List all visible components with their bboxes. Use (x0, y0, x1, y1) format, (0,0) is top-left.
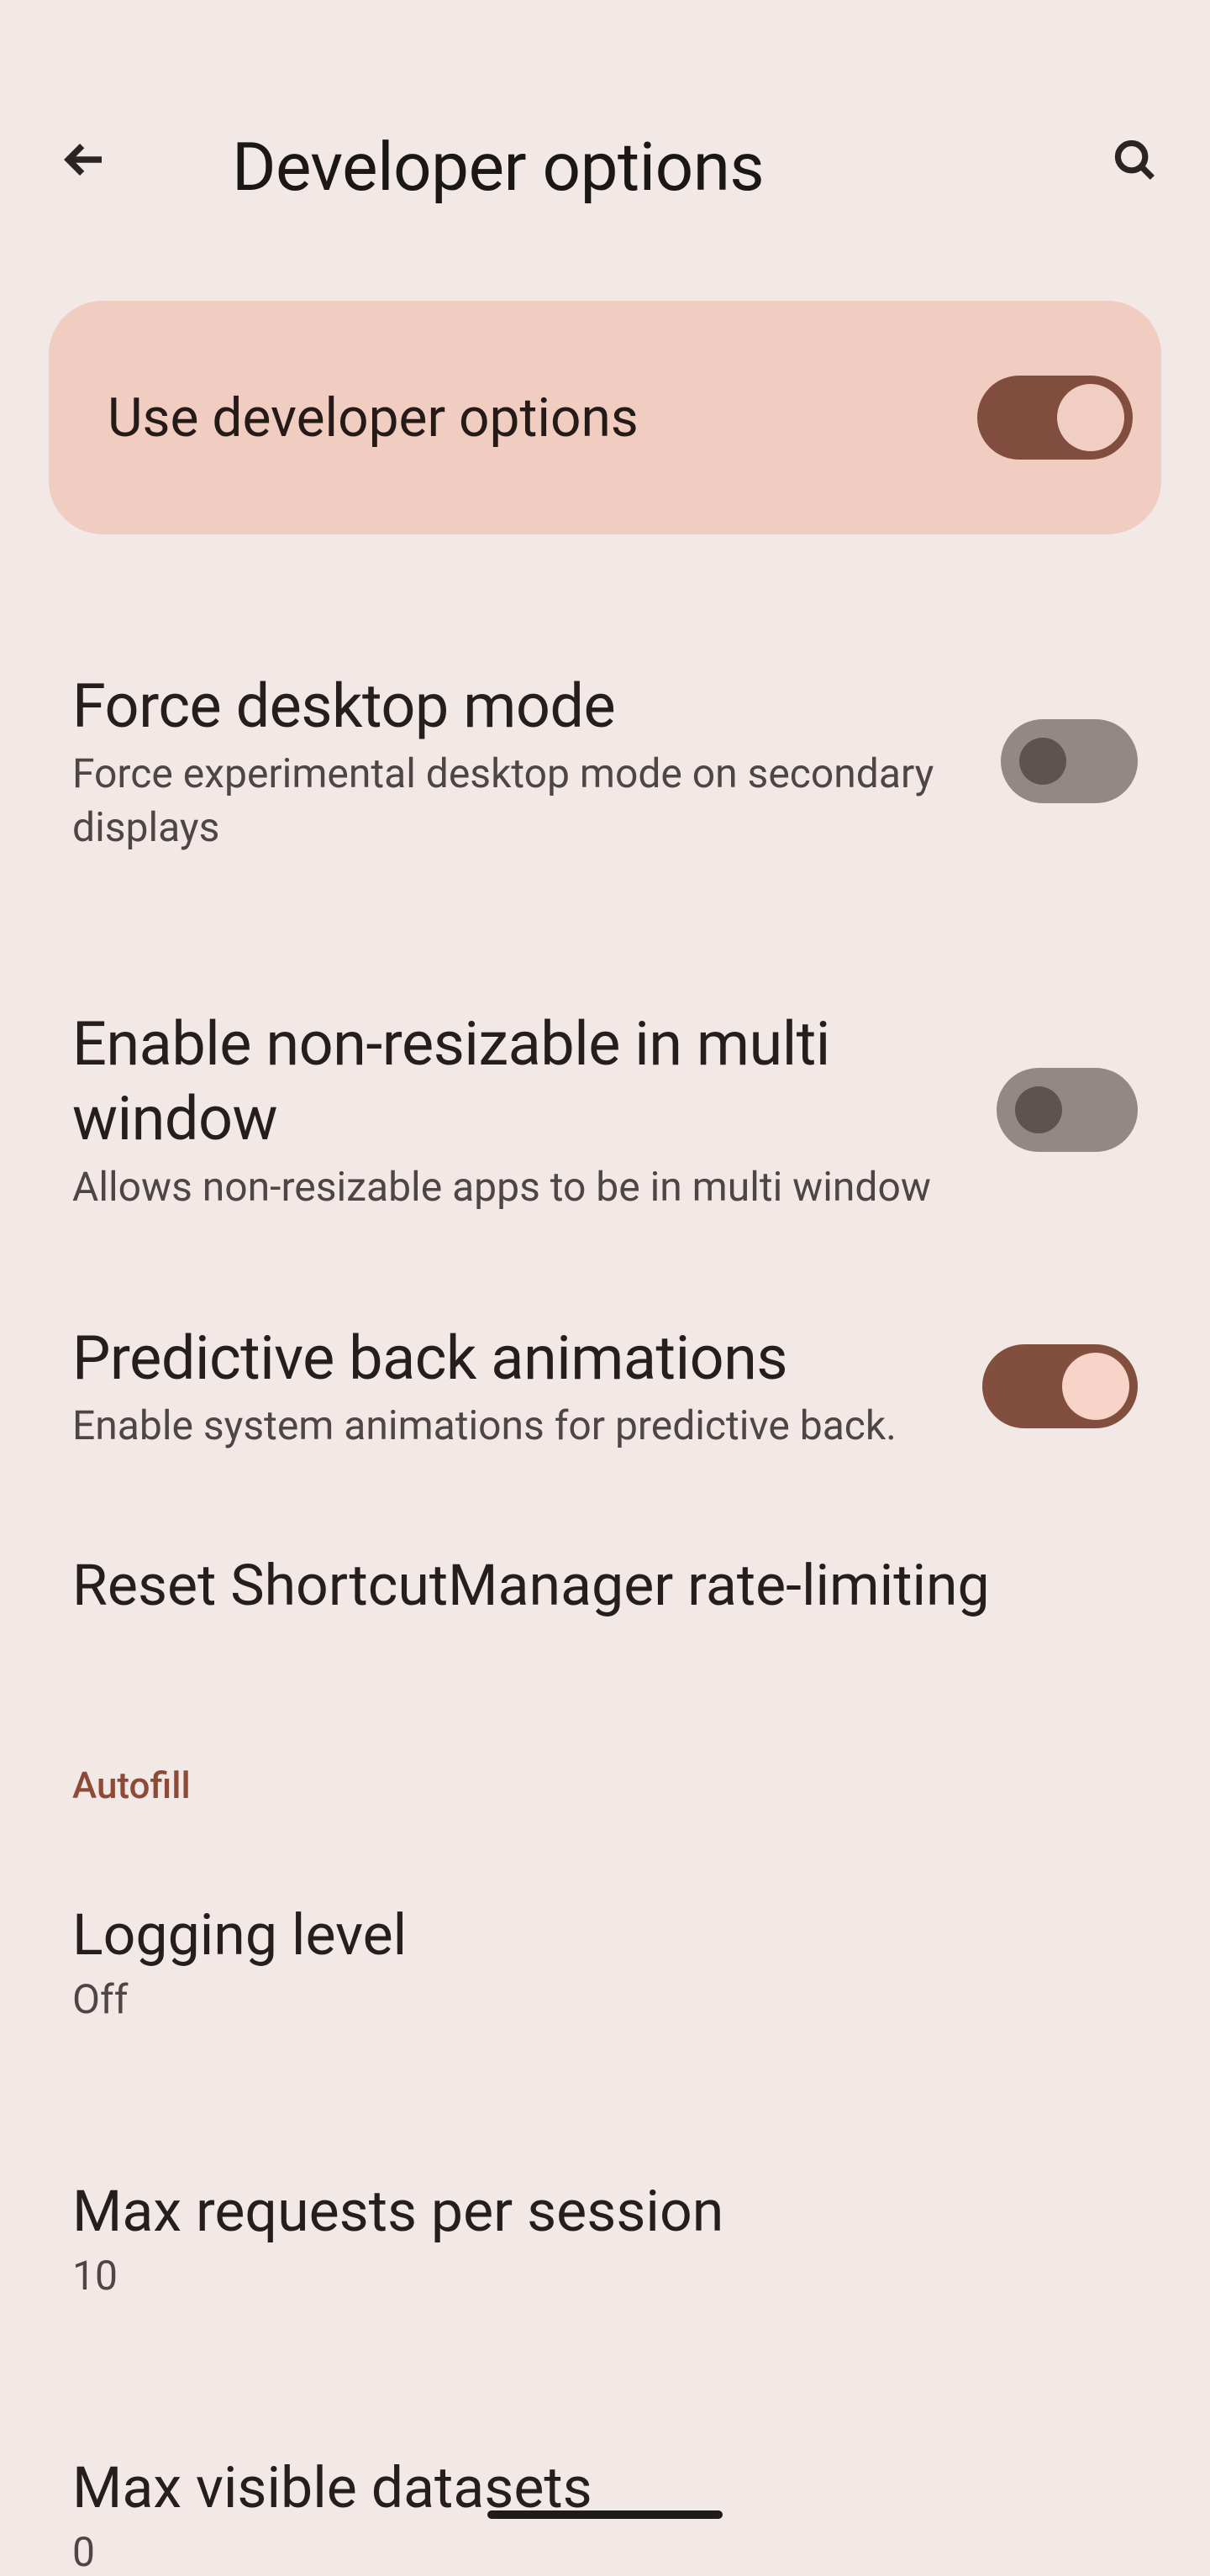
setting-row-logging-level[interactable]: Logging level Off (72, 1901, 1138, 2023)
search-icon (1112, 137, 1157, 186)
setting-desc: Force experimental desktop mode on secon… (72, 747, 967, 854)
setting-row-max-requests[interactable]: Max requests per session 10 (72, 2178, 1138, 2300)
setting-title: Max requests per session (72, 2178, 1138, 2245)
back-button[interactable] (47, 124, 121, 198)
master-toggle-card[interactable]: Use developer options (49, 301, 1161, 534)
setting-row-reset-shortcut[interactable]: Reset ShortcutManager rate-limiting (72, 1552, 1138, 1619)
setting-row-force-desktop[interactable]: Force desktop mode Force experimental de… (72, 669, 1138, 854)
section-heading-autofill: Autofill (72, 1764, 1138, 1807)
setting-value: 0 (72, 2528, 1138, 2576)
arrow-left-icon (60, 136, 108, 187)
setting-title: Logging level (72, 1901, 1138, 1969)
setting-title: Enable non-resizable in multi window (72, 1007, 963, 1157)
master-toggle-label: Use developer options (108, 386, 639, 449)
toggle-force-desktop[interactable] (1001, 719, 1138, 803)
setting-title: Reset ShortcutManager rate-limiting (72, 1552, 1138, 1619)
app-bar: Developer options (0, 0, 1210, 252)
setting-row-non-resizable[interactable]: Enable non-resizable in multi window All… (72, 1007, 1138, 1213)
home-indicator[interactable] (487, 2510, 723, 2519)
setting-row-predictive-back[interactable]: Predictive back animations Enable system… (72, 1321, 1138, 1453)
toggle-predictive-back[interactable] (982, 1344, 1138, 1428)
setting-desc: Allows non-resizable apps to be in multi… (72, 1160, 963, 1213)
search-button[interactable] (1097, 124, 1171, 198)
page-title: Developer options (232, 128, 764, 207)
master-toggle-switch[interactable] (977, 376, 1133, 460)
toggle-non-resizable[interactable] (997, 1068, 1139, 1152)
setting-value: Off (72, 1975, 1138, 2023)
setting-title: Predictive back animations (72, 1321, 897, 1396)
setting-title: Force desktop mode (72, 669, 967, 744)
setting-value: 10 (72, 2252, 1138, 2300)
setting-desc: Enable system animations for predictive … (72, 1399, 897, 1452)
